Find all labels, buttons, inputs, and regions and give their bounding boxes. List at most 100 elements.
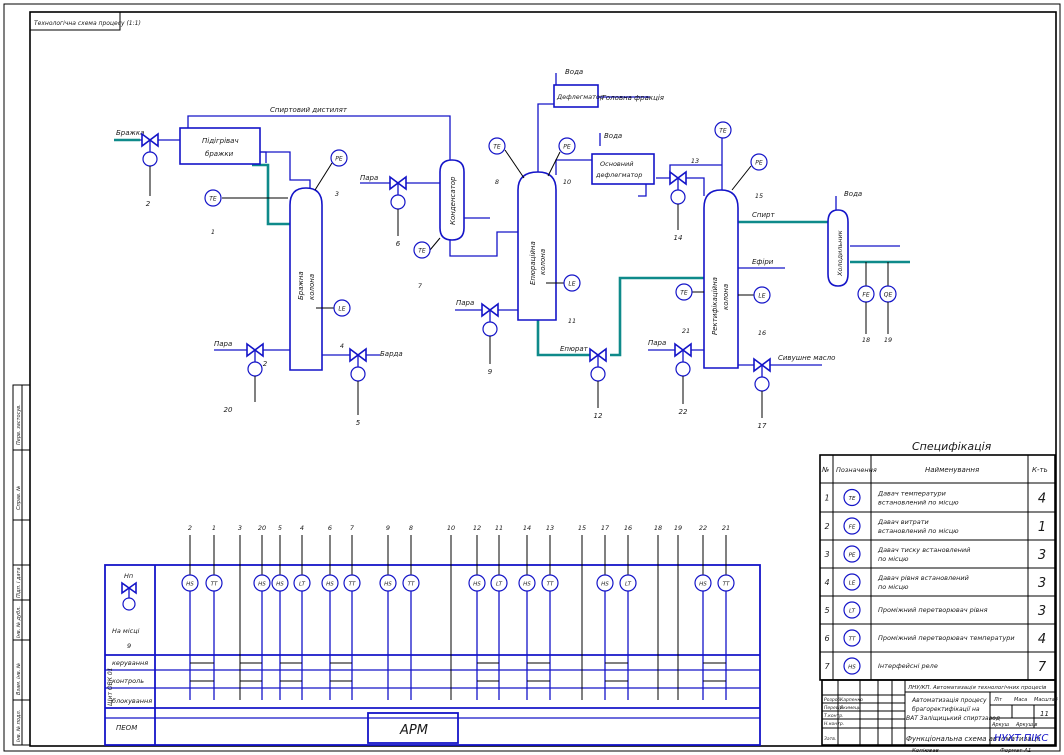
rectification-column [703, 189, 739, 369]
row-kontrol: контроль [112, 677, 144, 685]
stream-spirt-distillate: Спиртовий дистилят [270, 106, 348, 114]
panel-device-tag-9: HS [384, 582, 392, 588]
valve-num-v14: 14 [674, 234, 683, 242]
actuator-v9 [482, 321, 498, 337]
spec-row-symtag-7: HS [848, 665, 856, 671]
instrument-i13: TE 13 [691, 121, 732, 165]
stream-para-1: Пара [360, 174, 378, 182]
instrument-i16: LE 16 [738, 286, 771, 337]
valve-v2: 2 [141, 132, 159, 208]
instrument-num-i8: 8 [495, 178, 499, 186]
panel-col-num-1: 1 [212, 524, 216, 532]
actuator-v20 [247, 361, 263, 377]
heater-label-2: бражки [205, 150, 234, 158]
beer-column [289, 187, 323, 371]
spec-row-name-5-0: Проміжний перетворювач рівня [878, 606, 988, 614]
spec-h-qty: К-ть [1032, 466, 1048, 474]
valve-num-v6: 6 [396, 240, 401, 248]
spec-h-name: Найменування [925, 466, 979, 474]
panel-col-num-2: 2 [188, 524, 192, 532]
format-label: Формат А1 [1000, 748, 1031, 754]
instrument-num-i18: 18 [862, 336, 870, 344]
panel-col-num-21: 21 [722, 524, 730, 532]
panel-col-num-10: 10 [447, 524, 455, 532]
panel-col-10: 10 [447, 524, 455, 700]
panel-col-num-14: 14 [523, 524, 531, 532]
stream-barda: Барда [380, 350, 403, 358]
instrument-num-i15: 15 [755, 192, 763, 200]
org-label: НУХТ ПІКС [994, 733, 1048, 744]
panel-col-num-17: 17 [601, 524, 610, 532]
panel-col-5: 5 HS [271, 524, 289, 700]
instrument-num-i10: 10 [563, 178, 571, 186]
panel-col-22: 22 HS [694, 524, 712, 700]
spec-row-4: 4 LE Давач рівня встановленийпо місцю 3 [820, 573, 1055, 597]
panel-device-tag-21: TT [723, 582, 730, 588]
spec-row-qty-4: 3 [1038, 576, 1046, 591]
on-site-label: На місці [112, 627, 140, 635]
strip-4: Інв. № дубл. [16, 606, 22, 638]
instrument-num-i13: 13 [691, 157, 699, 165]
valve-v17: 17 [753, 357, 771, 430]
stream-voda-1: Вода [565, 68, 583, 76]
valve-num-v22: 22 [679, 408, 688, 416]
instrument-num-i21: 21 [682, 327, 690, 335]
spec-row-num-2: 2 [824, 522, 829, 531]
row-kerovannya: керування [112, 659, 148, 667]
panel-col-num-12: 12 [473, 524, 481, 532]
doc-title-1: Автоматизація процесу [911, 697, 987, 704]
panel-device-tag-5: HS [276, 582, 284, 588]
panel-device-tag-2: HS [186, 582, 194, 588]
left-strip: Перв. застосув. Справ. № Підп. і дата Ін… [12, 384, 31, 746]
scale-label: Масштаб [1034, 697, 1058, 703]
stream-voda-2: Вода [604, 132, 622, 140]
instrument-tag-i15: PE [755, 160, 763, 167]
doc-title-2: брагоректифікації на [912, 706, 980, 713]
dephlegmator-1-label: Дефлегматор [556, 93, 604, 101]
spec-row-qty-2: 1 [1038, 520, 1046, 535]
stream-epyurat: Епюрат [560, 345, 589, 353]
instrument-tag-i3: PE [335, 156, 343, 163]
dephlegmator-2-label-1: Основний [600, 160, 633, 168]
panel-col-num-11: 11 [495, 524, 503, 532]
instrument-i15: PE 15 [731, 153, 768, 200]
panel-col-13: 13 TT [541, 524, 559, 700]
stream-spirt: Спирт [752, 211, 775, 219]
panel-col-num-3: 3 [238, 524, 242, 532]
role-5: Затв. [824, 736, 836, 742]
stream-para-2: Пара [214, 340, 232, 348]
spec-row-symtag-5: LT [849, 609, 856, 615]
instrument-num-i11: 11 [568, 317, 576, 325]
spec-row-num-5: 5 [824, 606, 829, 615]
panel-col-num-4: 4 [300, 524, 304, 532]
stream-brazhka: Бражка [116, 129, 144, 137]
panel-col-12: 12 HS [468, 524, 486, 700]
panel-col-num-18: 18 [654, 524, 662, 532]
spec-h-sym: Позначення [836, 466, 877, 474]
panel-device-tag-14: HS [523, 582, 531, 588]
valve-num-v5: 5 [356, 419, 361, 427]
panel-col-9: 9 HS [379, 524, 397, 700]
instrument-num-i4: 4 [340, 342, 344, 350]
valve-v22: 22 [674, 342, 692, 416]
panel-col-num-13: 13 [546, 524, 554, 532]
valve-num-v20: 20 [224, 406, 233, 414]
panel-manual-valve [121, 581, 137, 611]
spec-row-3: 3 PE Давач тиску встановленийпо місцю 3 [820, 545, 1055, 569]
epuration-label-1: Епюраційна [529, 241, 537, 285]
spec-row-qty-6: 4 [1038, 632, 1046, 647]
actuator-v17 [754, 376, 770, 392]
valve-num-v2: 2 [146, 200, 151, 208]
spec-row-name-3-1: по місцю [878, 555, 909, 563]
spec-row-name-1-1: встановлений по місцю [878, 499, 959, 507]
sheets-label: Аркушів [1015, 722, 1038, 728]
instrument-tag-i19: QE [884, 292, 893, 299]
panel-device-tag-7: TT [349, 582, 356, 588]
strip-3: Підп. і дата [16, 567, 22, 598]
valve-v14: 14 [669, 170, 687, 242]
instrument-tag-i4: LE [338, 306, 345, 313]
instrument-tag-i16: LE [758, 293, 765, 300]
cooler-label: Холодильник [836, 230, 844, 277]
spec-row-symtag-6: TT [849, 637, 856, 643]
rectification-label-2: колона [722, 284, 730, 310]
